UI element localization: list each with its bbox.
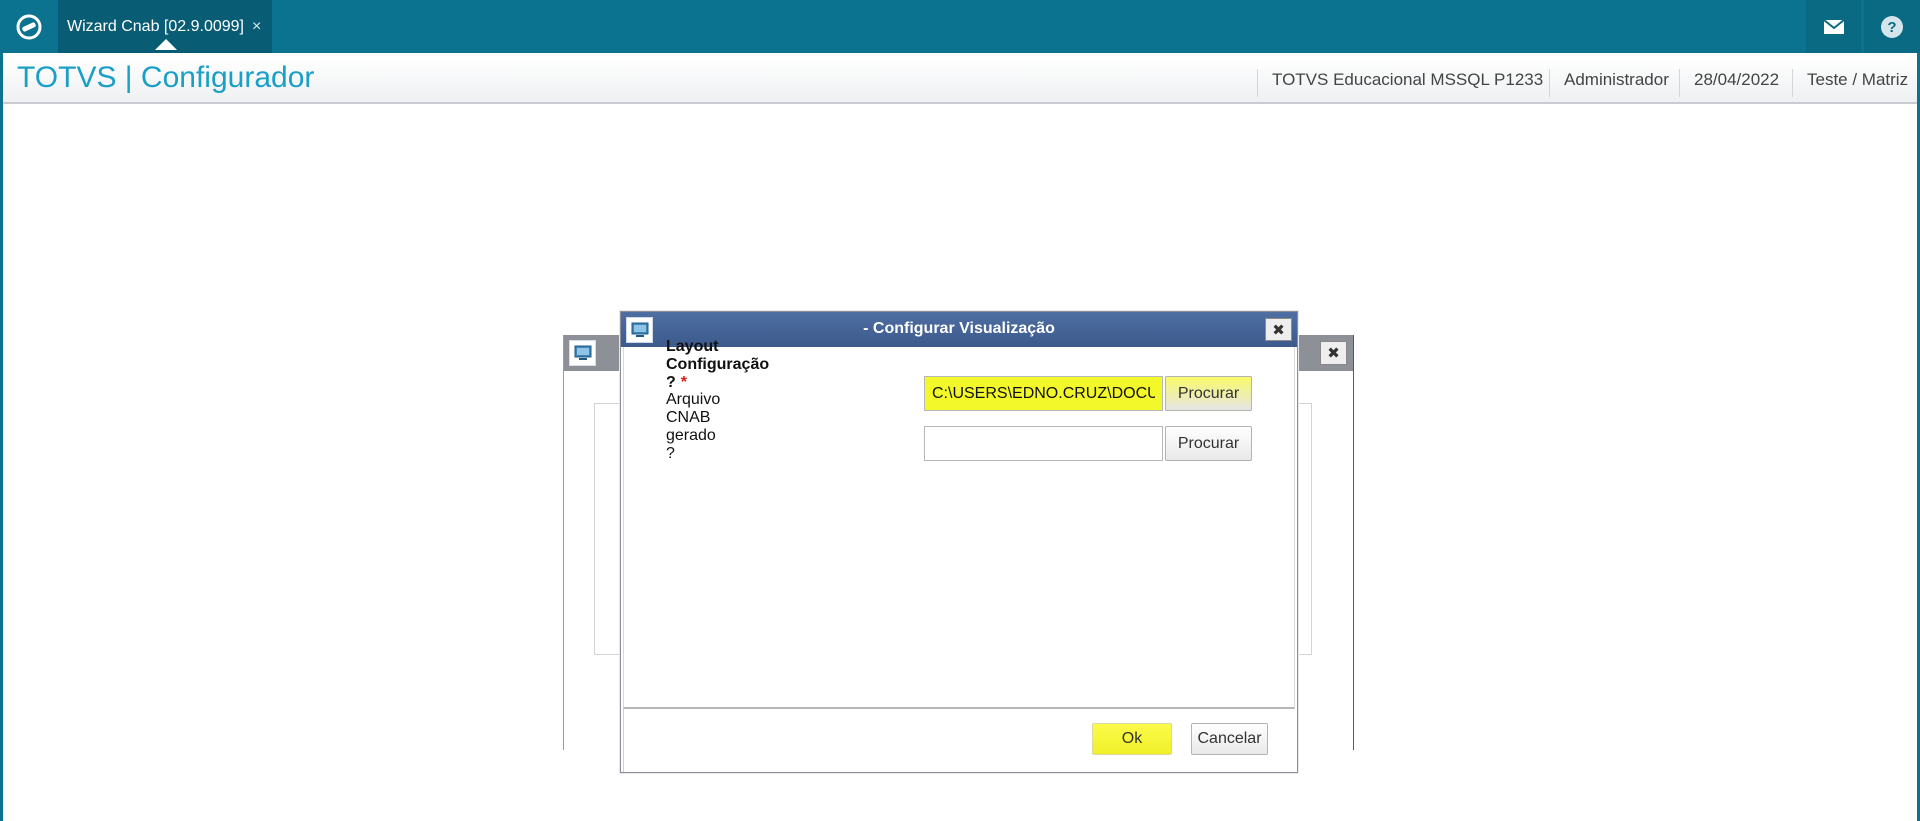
close-icon[interactable]: ✖ [1265,318,1292,341]
totvs-logo-icon [16,14,41,39]
help-button[interactable]: ? [1864,0,1920,53]
mail-button[interactable] [1806,0,1861,53]
page-title: TOTVS | Configurador [17,61,315,94]
layout-config-label: Layout Configuração ? * [666,338,769,392]
cnab-file-label: Arquivo CNAB gerado ? [666,391,721,462]
browse-cnab-button[interactable]: Procurar [1165,426,1252,461]
mail-icon [1822,18,1845,34]
browse-layout-button[interactable]: Procurar [1165,376,1252,411]
tab-pointer [155,39,177,50]
svg-text:?: ? [1887,19,1896,36]
window-icon [569,340,596,366]
close-icon[interactable]: ✖ [1320,341,1347,365]
tab-label: Wizard Cnab [02.9.0099] [67,17,244,35]
cancel-button[interactable]: Cancelar [1191,723,1268,755]
app-topbar: Wizard Cnab [02.9.0099] × ? [0,0,1920,53]
date-info: 28/04/2022 [1679,69,1779,97]
close-tab-icon[interactable]: × [252,18,261,36]
system-info: TOTVS Educacional MSSQL P1233 [1257,69,1543,97]
help-icon: ? [1881,15,1903,38]
layout-config-input[interactable] [924,376,1163,411]
cnab-file-input[interactable] [924,426,1163,461]
page-header: TOTVS | Configurador TOTVS Educacional M… [3,57,1917,104]
home-button[interactable] [0,0,57,53]
modal-title: - Configurar Visualização [863,320,1055,337]
user-info: Administrador [1549,69,1669,97]
ok-button[interactable]: Ok [1092,723,1172,755]
branch-info[interactable]: Teste / Matriz [1792,69,1908,97]
required-marker: * [680,374,688,391]
